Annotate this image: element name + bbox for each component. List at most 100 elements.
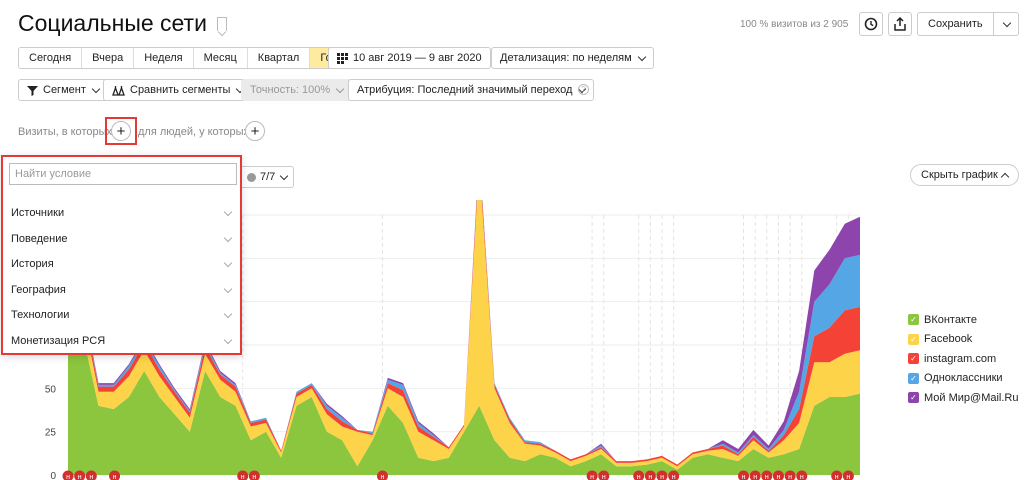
hide-chart-label: Скрыть график	[921, 169, 998, 181]
legend-item-instagram[interactable]: ✓ instagram.com	[908, 349, 1018, 369]
dropdown-item-monetization[interactable]: Монетизация РСЯ	[11, 329, 235, 353]
annotation-marker-label: н	[753, 474, 757, 480]
visits-note: 100 % визитов из 2 905	[740, 19, 849, 30]
annotation-marker-label: н	[648, 474, 652, 480]
chevron-down-icon	[637, 52, 646, 61]
date-range-button[interactable]: 10 авг 2019 — 9 авг 2020	[328, 47, 491, 69]
checkbox-icon: ✓	[908, 372, 919, 384]
period-quarter[interactable]: Квартал	[247, 48, 311, 68]
chevron-down-icon	[223, 335, 233, 344]
period-yesterday[interactable]: Вчера	[82, 48, 135, 68]
accuracy-label: Точность: 100%	[250, 84, 331, 96]
dropdown-item-label: История	[11, 258, 54, 270]
chevron-down-icon	[280, 171, 289, 180]
checkbox-icon: ✓	[908, 314, 919, 326]
annotation-marker-label: н	[381, 474, 385, 480]
save-button[interactable]: Сохранить	[918, 13, 994, 35]
annotation-marker-label: н	[788, 474, 792, 480]
checkbox-icon: ✓	[908, 333, 919, 345]
annotation-marker-label: н	[66, 474, 70, 480]
plus-icon: +	[250, 122, 260, 140]
legend-item-mymail[interactable]: ✓ Мой Мир@Mail.Ru	[908, 388, 1018, 408]
page-title: Социальные сети	[18, 10, 227, 37]
legend-label: Facebook	[924, 333, 973, 346]
funnel-icon	[27, 85, 38, 96]
annotation-marker-label: н	[672, 474, 676, 480]
export-button[interactable]	[888, 12, 912, 36]
accuracy-button[interactable]: Точность: 100%	[241, 79, 353, 101]
add-people-condition-button[interactable]: +	[245, 121, 265, 141]
series-selector-button[interactable]: 7/7	[240, 166, 295, 188]
legend-item-odnoklassniki[interactable]: ✓ Одноклассники	[908, 369, 1018, 389]
dropdown-item-label: Технологии	[11, 309, 70, 321]
share-icon	[894, 17, 906, 31]
legend-item-vk[interactable]: ✓ ВКонтакте	[908, 310, 1018, 330]
chevron-down-icon	[223, 284, 233, 293]
period-today[interactable]: Сегодня	[19, 48, 83, 68]
dropdown-item-behavior[interactable]: Поведение	[11, 227, 235, 251]
chevron-down-icon	[1002, 18, 1011, 27]
annotation-marker-label: н	[637, 474, 641, 480]
chevron-down-icon	[223, 207, 233, 216]
annotation-marker-label: н	[660, 474, 664, 480]
segment-label: Сегмент	[43, 84, 86, 96]
save-options-button[interactable]	[994, 13, 1018, 35]
detail-label: Детализация: по неделям	[500, 52, 632, 64]
hide-chart-button[interactable]: Скрыть график	[910, 164, 1019, 186]
period-week[interactable]: Неделя	[134, 48, 194, 68]
dropdown-item-sources[interactable]: Источники	[11, 201, 235, 225]
condition-dropdown: Найти условие Источники Поведение Истори…	[1, 155, 242, 355]
annotation-marker-label: н	[846, 474, 850, 480]
visits-filter-label: Визиты, в которых	[18, 126, 112, 138]
legend-label: Мой Мир@Mail.Ru	[924, 391, 1019, 404]
save-group: Сохранить	[917, 12, 1019, 36]
y-tick-label: 0	[50, 471, 56, 480]
annotation-marker-label: н	[241, 474, 245, 480]
clock-icon	[864, 17, 878, 31]
legend-item-facebook[interactable]: ✓ Facebook	[908, 330, 1018, 350]
annotation-marker-label: н	[78, 474, 82, 480]
date-range-label: 10 авг 2019 — 9 авг 2020	[353, 52, 482, 64]
compare-label: Сравнить сегменты	[130, 84, 231, 96]
dropdown-item-geography[interactable]: География	[11, 278, 235, 302]
annotation-marker-label: н	[602, 474, 606, 480]
compare-icon	[112, 85, 125, 96]
chart-legend: ✓ ВКонтакте ✓ Facebook ✓ instagram.com ✓…	[908, 310, 1018, 408]
annotation-marker-label: н	[800, 474, 804, 480]
people-filter-label: для людей, у которых	[138, 126, 249, 138]
dropdown-item-label: География	[11, 284, 66, 296]
dropdown-item-technologies[interactable]: Технологии	[11, 303, 235, 327]
dropdown-item-label: Поведение	[11, 233, 68, 245]
chevron-down-icon	[223, 258, 233, 267]
detail-button[interactable]: Детализация: по неделям	[491, 47, 654, 69]
bookmark-icon[interactable]	[216, 16, 227, 31]
annotation-marker-label: н	[113, 474, 117, 480]
chevron-down-icon	[223, 309, 233, 318]
legend-label: Одноклассники	[924, 372, 1003, 385]
help-icon[interactable]: ?	[578, 84, 589, 95]
history-button[interactable]	[859, 12, 883, 36]
chevron-down-icon	[223, 233, 233, 242]
add-visit-condition-button[interactable]: +	[111, 121, 131, 141]
annotation-marker-label: н	[590, 474, 594, 480]
dropdown-item-label: Источники	[11, 207, 65, 219]
calendar-icon	[337, 52, 348, 64]
dropdown-item-history[interactable]: История	[11, 252, 235, 276]
attribution-button[interactable]: Атрибуция: Последний значимый переход	[348, 79, 595, 101]
chevron-down-icon	[335, 84, 345, 93]
series-dot-icon	[247, 172, 256, 182]
condition-search-input[interactable]: Найти условие	[9, 163, 237, 185]
annotation-marker-label: н	[765, 474, 769, 480]
annotation-marker-label: н	[252, 474, 256, 480]
series-count: 7/7	[260, 171, 276, 183]
y-tick-label: 25	[45, 428, 57, 439]
annotation-marker-label: н	[835, 474, 839, 480]
segment-button[interactable]: Сегмент	[18, 79, 108, 101]
compare-segments-button[interactable]: Сравнить сегменты	[103, 79, 253, 101]
checkbox-icon: ✓	[908, 392, 919, 404]
checkbox-icon: ✓	[908, 353, 919, 365]
annotation-marker-label: н	[742, 474, 746, 480]
plus-icon: +	[116, 122, 126, 140]
period-month[interactable]: Месяц	[193, 48, 248, 68]
chevron-down-icon	[91, 84, 101, 93]
